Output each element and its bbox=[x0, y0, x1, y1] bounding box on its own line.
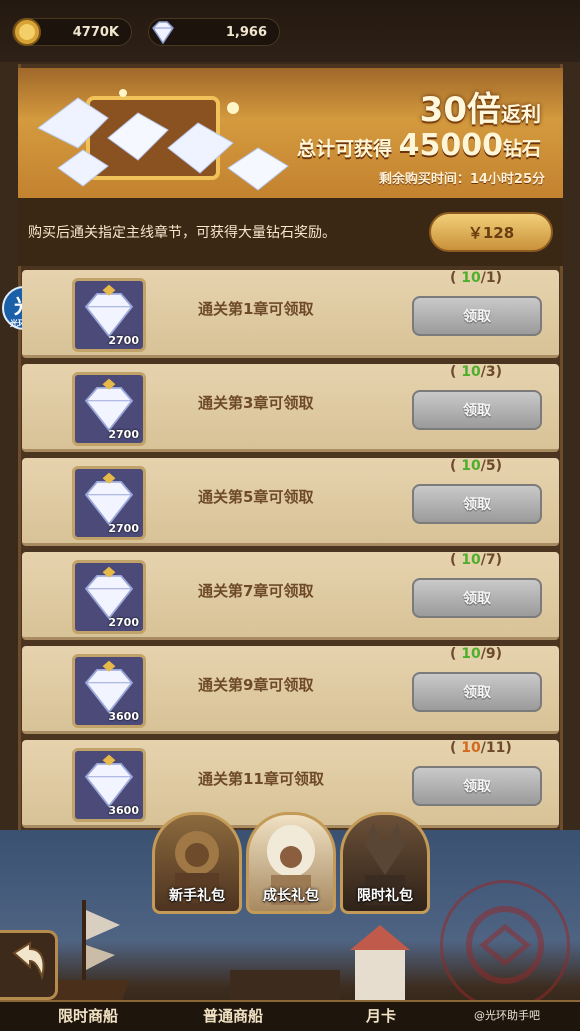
banner-title: 30倍返利 bbox=[419, 90, 541, 130]
gold-counter: 4770K bbox=[12, 18, 132, 46]
reward-condition: 通关第9章可领取 bbox=[198, 676, 314, 694]
reward-progress: ( 10/11) bbox=[450, 740, 512, 756]
reward-row: 2700 通关第7章可领取 ( 10/7) 领取 bbox=[22, 552, 559, 640]
banner-total: 总计可获得 45000钻石 bbox=[296, 128, 541, 163]
claim-button[interactable]: 领取 bbox=[412, 578, 542, 618]
promo-banner: 30倍返利 总计可获得 45000钻石 剩余购买时间：14小时25分 bbox=[18, 68, 563, 198]
treasure-chest-illustration bbox=[37, 89, 289, 191]
gift-tab-growth[interactable]: 成长礼包 bbox=[246, 812, 336, 914]
diamond-reward-icon: 2700 bbox=[72, 278, 146, 352]
back-arrow-icon bbox=[12, 941, 45, 981]
nav-limited-ship[interactable]: 限时商船 bbox=[58, 1005, 118, 1026]
diamond-icon bbox=[152, 21, 174, 45]
buy-button[interactable]: ￥128 bbox=[429, 212, 553, 252]
back-button[interactable] bbox=[0, 930, 58, 1000]
offer-description: 购买后通关指定主线章节，可获得大量钻石奖励。 bbox=[28, 225, 336, 241]
claim-button[interactable]: 领取 bbox=[412, 484, 542, 524]
reward-condition: 通关第5章可领取 bbox=[198, 488, 314, 506]
watermark-text: @光环助手吧 bbox=[474, 1009, 540, 1022]
reward-row: 2700 通关第5章可领取 ( 10/5) 领取 bbox=[22, 458, 559, 546]
reward-condition: 通关第7章可领取 bbox=[198, 582, 314, 600]
diamond-value: 1,966 bbox=[225, 24, 267, 40]
claim-button[interactable]: 领取 bbox=[412, 766, 542, 806]
diamond-counter: 1,966 bbox=[148, 18, 280, 46]
reward-progress: ( 10/5) bbox=[450, 458, 503, 474]
claim-button[interactable]: 领取 bbox=[412, 672, 542, 712]
reward-condition: 通关第1章可领取 bbox=[198, 300, 314, 318]
gift-tab-newbie[interactable]: 新手礼包 bbox=[152, 812, 242, 914]
gold-coin-icon bbox=[13, 18, 41, 46]
watermark-seal bbox=[440, 880, 570, 1010]
reward-progress: ( 10/9) bbox=[450, 646, 503, 662]
diamond-reward-icon: 2700 bbox=[72, 372, 146, 446]
claim-button[interactable]: 领取 bbox=[412, 296, 542, 336]
resource-bar: 4770K 1,966 bbox=[0, 0, 580, 62]
reward-condition: 通关第11章可领取 bbox=[198, 770, 324, 788]
diamond-reward-icon: 3600 bbox=[72, 654, 146, 728]
claim-button[interactable]: 领取 bbox=[412, 390, 542, 430]
reward-condition: 通关第3章可领取 bbox=[198, 394, 314, 412]
reward-row: 2700 通关第3章可领取 ( 10/3) 领取 bbox=[22, 364, 559, 452]
bottom-nav: 限时商船 普通商船 月卡 @光环助手吧 bbox=[0, 1000, 580, 1031]
diamond-reward-icon: 2700 bbox=[72, 560, 146, 634]
diamond-reward-icon: 3600 bbox=[72, 748, 146, 822]
reward-progress: ( 10/1) bbox=[450, 270, 503, 286]
diamond-reward-icon: 2700 bbox=[72, 466, 146, 540]
nav-normal-ship[interactable]: 普通商船 bbox=[203, 1005, 263, 1026]
info-bar: 购买后通关指定主线章节，可获得大量钻石奖励。 ￥128 bbox=[18, 198, 563, 266]
gold-value: 4770K bbox=[72, 24, 119, 40]
gift-tab-limited[interactable]: 限时礼包 bbox=[340, 812, 430, 914]
reward-row: 3600 通关第9章可领取 ( 10/9) 领取 bbox=[22, 646, 559, 734]
watermark-logo bbox=[466, 906, 544, 984]
nav-monthly-card[interactable]: 月卡 bbox=[366, 1005, 396, 1026]
time-remaining: 剩余购买时间：14小时25分 bbox=[378, 172, 545, 187]
reward-row: 2700 通关第1章可领取 ( 10/1) 领取 bbox=[22, 270, 559, 358]
reward-progress: ( 10/7) bbox=[450, 552, 503, 568]
reward-progress: ( 10/3) bbox=[450, 364, 503, 380]
